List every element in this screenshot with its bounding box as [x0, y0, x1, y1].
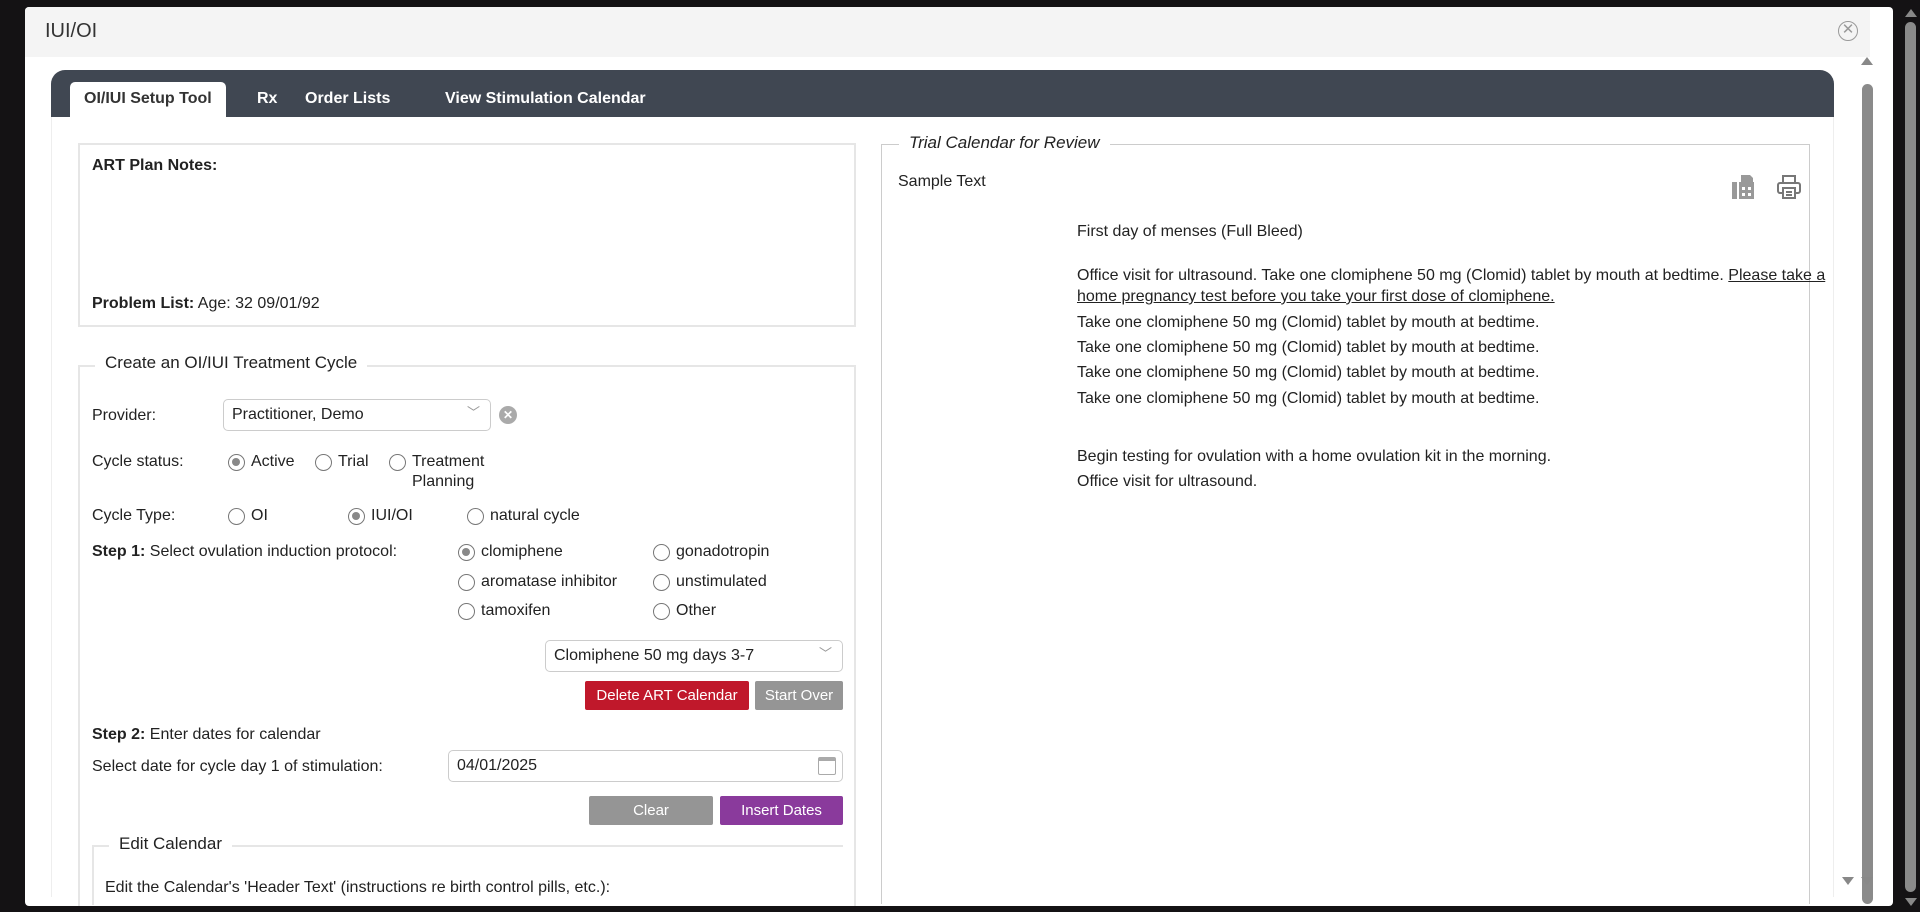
dialog-title: IUI/OI	[45, 20, 98, 42]
page-scroll-down-arrow[interactable]	[1905, 898, 1917, 906]
status-treatment-label: Treatment	[412, 453, 485, 470]
protocol-gonadotropin-label: gonadotropin	[676, 543, 770, 560]
page-scrollbar-thumb[interactable]	[1905, 22, 1916, 892]
page-scroll-up-arrow[interactable]	[1905, 9, 1917, 17]
scroll-down-arrow[interactable]	[1842, 877, 1854, 885]
step2-bold: Step 2:	[92, 726, 146, 743]
type-oi-label: OI	[251, 507, 268, 524]
scroll-down-arrow[interactable]	[1861, 877, 1873, 885]
fax-icon[interactable]	[1731, 174, 1755, 200]
protocol-tamoxifen-label: tamoxifen	[481, 602, 551, 619]
tab-bar: OI/IUI Setup Tool Rx Order Lists View St…	[51, 70, 1834, 117]
edit-calendar-legend: Edit Calendar	[109, 834, 233, 854]
dialog-header: IUI/OI ✕	[25, 7, 1870, 57]
protocol-select-value: Clomiphene 50 mg days 3-7	[554, 647, 755, 664]
delete-art-calendar-button[interactable]: Delete ART Calendar	[585, 681, 749, 710]
calendar-line: First day of menses (Full Bleed)	[1077, 223, 1303, 240]
cycle-status-label: Cycle status:	[92, 453, 184, 470]
trial-calendar-legend: Trial Calendar for Review	[899, 133, 1110, 153]
provider-value: Practitioner, Demo	[232, 406, 364, 423]
step1-text: Select ovulation induction protocol:	[149, 543, 398, 560]
calendar-line-underlined: home pregnancy test before you take your…	[1077, 288, 1555, 305]
chevron-down-icon: ﹀	[466, 405, 480, 420]
protocol-unstimulated-radio[interactable]	[653, 574, 670, 591]
calendar-line: Take one clomiphene 50 mg (Clomid) table…	[1077, 314, 1540, 331]
protocol-gonadotropin-radio[interactable]	[653, 544, 670, 561]
tab-order-lists[interactable]: Order Lists	[291, 82, 404, 117]
status-active-radio[interactable]	[228, 454, 245, 471]
calendar-line: Office visit for ultrasound.	[1077, 473, 1258, 490]
step2-text: Enter dates for calendar	[149, 726, 321, 743]
tab-view-stimulation-calendar[interactable]: View Stimulation Calendar	[431, 82, 660, 117]
protocol-select[interactable]: Clomiphene 50 mg days 3-7 ﹀	[545, 640, 843, 672]
calendar-line: Begin testing for ovulation with a home …	[1077, 448, 1552, 465]
provider-select[interactable]: Practitioner, Demo ﹀	[223, 399, 491, 431]
type-natural-cycle-radio[interactable]	[467, 508, 484, 525]
clear-provider-icon[interactable]: ✕	[499, 406, 517, 424]
calendar-line: Take one clomiphene 50 mg (Clomid) table…	[1077, 364, 1540, 381]
trial-calendar-fieldset	[881, 144, 1810, 904]
problem-list: Problem List: Age: 32 09/01/92	[92, 295, 320, 313]
protocol-clomiphene-label: clomiphene	[481, 543, 563, 560]
calendar-icon[interactable]	[818, 757, 836, 775]
type-natural-cycle-label: natural cycle	[490, 507, 580, 524]
protocol-tamoxifen-radio[interactable]	[458, 603, 475, 620]
tab-setup-tool[interactable]: OI/IUI Setup Tool	[70, 82, 226, 117]
cycle-day1-label: Select date for cycle day 1 of stimulati…	[92, 758, 383, 775]
tab-content: ART Plan Notes: Problem List: Age: 32 09…	[51, 117, 1834, 906]
tab-rx[interactable]: Rx	[243, 82, 291, 117]
type-iui-oi-radio[interactable]	[348, 508, 365, 525]
protocol-other-radio[interactable]	[653, 603, 670, 620]
close-icon[interactable]: ✕	[1838, 21, 1858, 41]
calendar-line-text: Office visit for ultrasound. Take one cl…	[1077, 267, 1729, 284]
provider-label: Provider:	[92, 407, 157, 424]
start-over-button[interactable]: Start Over	[755, 681, 843, 710]
edit-header-text-label: Edit the Calendar's 'Header Text' (instr…	[105, 879, 611, 896]
step1-bold: Step 1:	[92, 543, 146, 560]
print-icon[interactable]	[1776, 174, 1802, 200]
dialog-scrollbar-thumb[interactable]	[1862, 84, 1873, 904]
iui-oi-dialog: IUI/OI ✕ OI/IUI Setup Tool Rx Order List…	[25, 7, 1893, 906]
status-trial-label: Trial	[338, 453, 369, 470]
protocol-aromatase-label: aromatase inhibitor	[481, 573, 618, 590]
step1-label: Step 1: Select ovulation induction proto…	[92, 543, 397, 561]
status-trial-radio[interactable]	[315, 454, 332, 471]
protocol-clomiphene-radio[interactable]	[458, 544, 475, 561]
calendar-line: Take one clomiphene 50 mg (Clomid) table…	[1077, 339, 1540, 356]
insert-dates-button[interactable]: Insert Dates	[720, 796, 843, 825]
date-value: 04/01/2025	[457, 757, 538, 774]
calendar-line-underlined: Please take a	[1728, 267, 1826, 284]
art-plan-box: ART Plan Notes: Problem List: Age: 32 09…	[78, 143, 856, 327]
scroll-up-arrow[interactable]	[1861, 57, 1873, 65]
type-oi-radio[interactable]	[228, 508, 245, 525]
status-planning-label: Planning	[412, 473, 475, 490]
cycle-type-label: Cycle Type:	[92, 507, 176, 524]
problem-list-value: Age: 32 09/01/92	[197, 295, 320, 312]
calendar-line: Office visit for ultrasound. Take one cl…	[1077, 267, 1825, 285]
status-treatment-planning-radio[interactable]	[389, 454, 406, 471]
create-cycle-legend: Create an OI/IUI Treatment Cycle	[95, 353, 368, 373]
problem-list-label: Problem List:	[92, 295, 195, 312]
protocol-other-label: Other	[676, 602, 717, 619]
clear-button[interactable]: Clear	[589, 796, 713, 825]
cycle-day1-date-input[interactable]: 04/01/2025	[448, 750, 843, 782]
sample-text: Sample Text	[898, 173, 986, 190]
protocol-aromatase-radio[interactable]	[458, 574, 475, 591]
chevron-down-icon: ﹀	[818, 646, 832, 661]
calendar-line: Take one clomiphene 50 mg (Clomid) table…	[1077, 390, 1540, 407]
art-plan-notes-label: ART Plan Notes:	[92, 157, 218, 174]
type-iui-oi-label: IUI/OI	[371, 507, 413, 524]
step2-label: Step 2: Enter dates for calendar	[92, 726, 321, 744]
status-active-label: Active	[251, 453, 295, 470]
protocol-unstimulated-label: unstimulated	[676, 573, 767, 590]
